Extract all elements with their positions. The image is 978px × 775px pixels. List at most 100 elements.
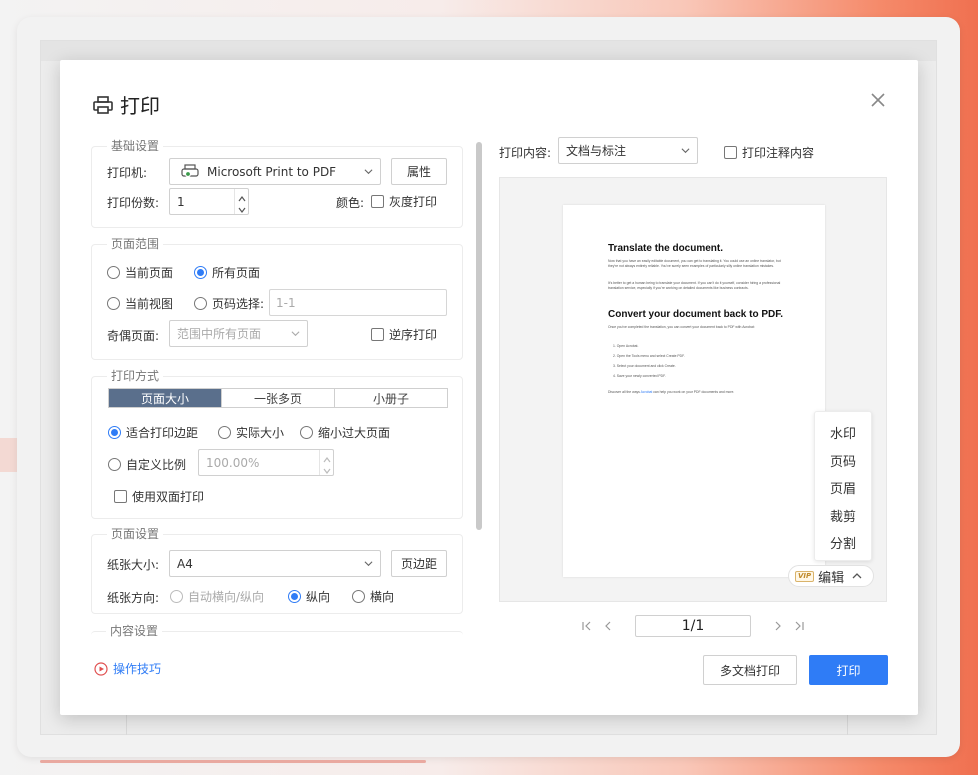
chevron-down-icon — [681, 148, 690, 154]
radio-label: 自定义比例 — [126, 458, 187, 472]
next-page-icon[interactable] — [771, 619, 785, 633]
doc-list-item: 1. Open Acrobat. — [613, 344, 639, 348]
preview-page: Translate the document. Now that you hav… — [563, 205, 825, 577]
doc-paragraph: Discover all the ways Acrobat can help y… — [608, 390, 788, 395]
chevron-up-icon — [852, 573, 862, 579]
doc-list-item: 2. Open the Tools menu and select Create… — [613, 354, 685, 358]
radio-page-select[interactable]: 页码选择: — [194, 295, 264, 312]
radio-label: 实际大小 — [236, 426, 285, 440]
first-page-icon[interactable] — [580, 619, 594, 633]
radio-portrait[interactable]: 纵向 — [288, 588, 330, 605]
page-range-section: 页面范围 当前页面 所有页面 当前视图 页码选择: 1-1 奇偶页面: 范围中所… — [91, 237, 463, 360]
print-annotations-label: 打印注释内容 — [742, 146, 815, 160]
radio-label: 缩小过大页面 — [318, 426, 391, 440]
radio-fit-margin[interactable]: 适合打印边距 — [108, 424, 198, 441]
tab-page-size[interactable]: 页面大小 — [109, 389, 221, 407]
doc-list-item: 4. Save your newly converted PDF. — [613, 374, 666, 378]
radio-label: 自动横向/纵向 — [188, 590, 265, 604]
paper-size-select[interactable]: A4 — [169, 550, 381, 577]
radio-label: 纵向 — [306, 590, 331, 604]
radio-shrink-large[interactable]: 缩小过大页面 — [300, 424, 390, 441]
duplex-label: 使用双面打印 — [132, 490, 205, 504]
print-mode-section: 打印方式 页面大小 一张多页 小册子 适合打印边距 实际大小 缩小过大页面 自定… — [91, 369, 463, 519]
print-content-value: 文档与标注 — [566, 144, 627, 158]
chevron-down-icon[interactable] — [238, 203, 246, 213]
doc-text: Discover all the ways — [608, 390, 641, 394]
custom-scale-stepper[interactable]: 100.00% — [198, 449, 334, 476]
chevron-down-icon — [291, 331, 300, 337]
chevron-down-icon[interactable] — [323, 464, 331, 474]
menu-item-split[interactable]: 分割 — [815, 529, 871, 557]
tab-multi-page[interactable]: 一张多页 — [221, 389, 334, 407]
settings-scrollbar[interactable] — [476, 142, 482, 530]
radio-label: 横向 — [370, 590, 395, 604]
tab-booklet[interactable]: 小册子 — [334, 389, 447, 407]
section-legend: 基础设置 — [107, 139, 164, 153]
page-indicator[interactable]: 1/1 — [635, 615, 751, 637]
dialog-title: 打印 — [92, 90, 160, 119]
radio-label: 所有页面 — [212, 266, 261, 280]
chevron-down-icon — [364, 561, 373, 567]
print-content-select[interactable]: 文档与标注 — [558, 137, 698, 164]
menu-item-crop[interactable]: 裁剪 — [815, 502, 871, 530]
chevron-up-icon[interactable] — [238, 192, 246, 202]
reverse-print-checkbox[interactable]: 逆序打印 — [371, 326, 437, 343]
tips-link[interactable]: 操作技巧 — [94, 660, 161, 677]
multi-doc-print-button[interactable]: 多文档打印 — [703, 655, 797, 685]
edit-popup-menu: 水印 页码 页眉 裁剪 分割 — [814, 411, 872, 561]
printer-select[interactable]: Microsoft Print to PDF — [169, 158, 381, 185]
chevron-up-icon[interactable] — [323, 453, 331, 463]
grayscale-label: 灰度打印 — [389, 195, 438, 209]
section-legend: 打印方式 — [107, 369, 164, 383]
radio-auto-orient[interactable]: 自动横向/纵向 — [170, 588, 264, 605]
properties-button[interactable]: 属性 — [391, 158, 447, 185]
print-content-label: 打印内容: — [499, 146, 552, 160]
margins-button[interactable]: 页边距 — [391, 550, 447, 577]
duplex-checkbox[interactable]: 使用双面打印 — [114, 488, 204, 505]
doc-text: can help you work on your PDF documents … — [652, 390, 735, 394]
radio-label: 当前视图 — [125, 297, 174, 311]
radio-current-view[interactable]: 当前视图 — [107, 295, 173, 312]
edit-label: 编辑 — [818, 570, 845, 586]
paper-size-value: A4 — [177, 556, 193, 571]
copies-label: 打印份数: — [107, 196, 160, 210]
odd-even-select[interactable]: 范围中所有页面 — [169, 320, 308, 347]
printer-label: 打印机: — [107, 166, 148, 180]
dialog-title-text: 打印 — [120, 94, 160, 118]
section-legend: 页面范围 — [107, 237, 164, 251]
page-select-input[interactable]: 1-1 — [269, 289, 447, 316]
radio-landscape[interactable]: 横向 — [352, 588, 394, 605]
grayscale-checkbox[interactable]: 灰度打印 — [371, 193, 437, 210]
copies-value: 1 — [177, 194, 185, 209]
doc-heading-2: Convert your document back to PDF. — [608, 309, 784, 320]
menu-item-page-number[interactable]: 页码 — [815, 447, 871, 475]
menu-item-header[interactable]: 页眉 — [815, 474, 871, 502]
doc-paragraph: Once you’ve completed the translation, y… — [608, 325, 755, 329]
play-circle-icon — [94, 661, 108, 676]
basic-settings-section: 基础设置 打印机: Microsoft Print to PDF 属性 打印份数… — [91, 139, 463, 228]
section-legend: 内容设置 — [106, 624, 163, 638]
doc-heading-1: Translate the document. — [608, 243, 724, 254]
menu-item-watermark[interactable]: 水印 — [815, 419, 871, 447]
radio-custom-scale[interactable]: 自定义比例 — [108, 456, 186, 473]
edit-button[interactable]: VIP 编辑 — [788, 565, 874, 587]
print-dialog: 打印 基础设置 打印机: Microsoft Print to PDF 属性 打… — [60, 60, 918, 715]
radio-current-page[interactable]: 当前页面 — [107, 264, 173, 281]
radio-actual-size[interactable]: 实际大小 — [218, 424, 284, 441]
prev-page-icon[interactable] — [601, 619, 615, 633]
printer-device-icon — [181, 163, 199, 177]
radio-all-pages[interactable]: 所有页面 — [194, 264, 260, 281]
progress-underline — [40, 760, 426, 763]
last-page-icon[interactable] — [792, 619, 806, 633]
print-mode-tabs: 页面大小 一张多页 小册子 — [108, 388, 448, 408]
radio-label: 适合打印边距 — [126, 426, 199, 440]
print-button[interactable]: 打印 — [809, 655, 888, 685]
printer-value: Microsoft Print to PDF — [207, 164, 337, 179]
close-icon[interactable] — [866, 88, 890, 112]
radio-label: 页码选择: — [212, 297, 265, 311]
odd-even-label: 奇偶页面: — [107, 329, 160, 343]
orientation-label: 纸张方向: — [107, 591, 160, 605]
copies-stepper[interactable]: 1 — [169, 188, 249, 215]
chevron-down-icon — [364, 169, 373, 175]
print-annotations-checkbox[interactable]: 打印注释内容 — [724, 144, 814, 161]
